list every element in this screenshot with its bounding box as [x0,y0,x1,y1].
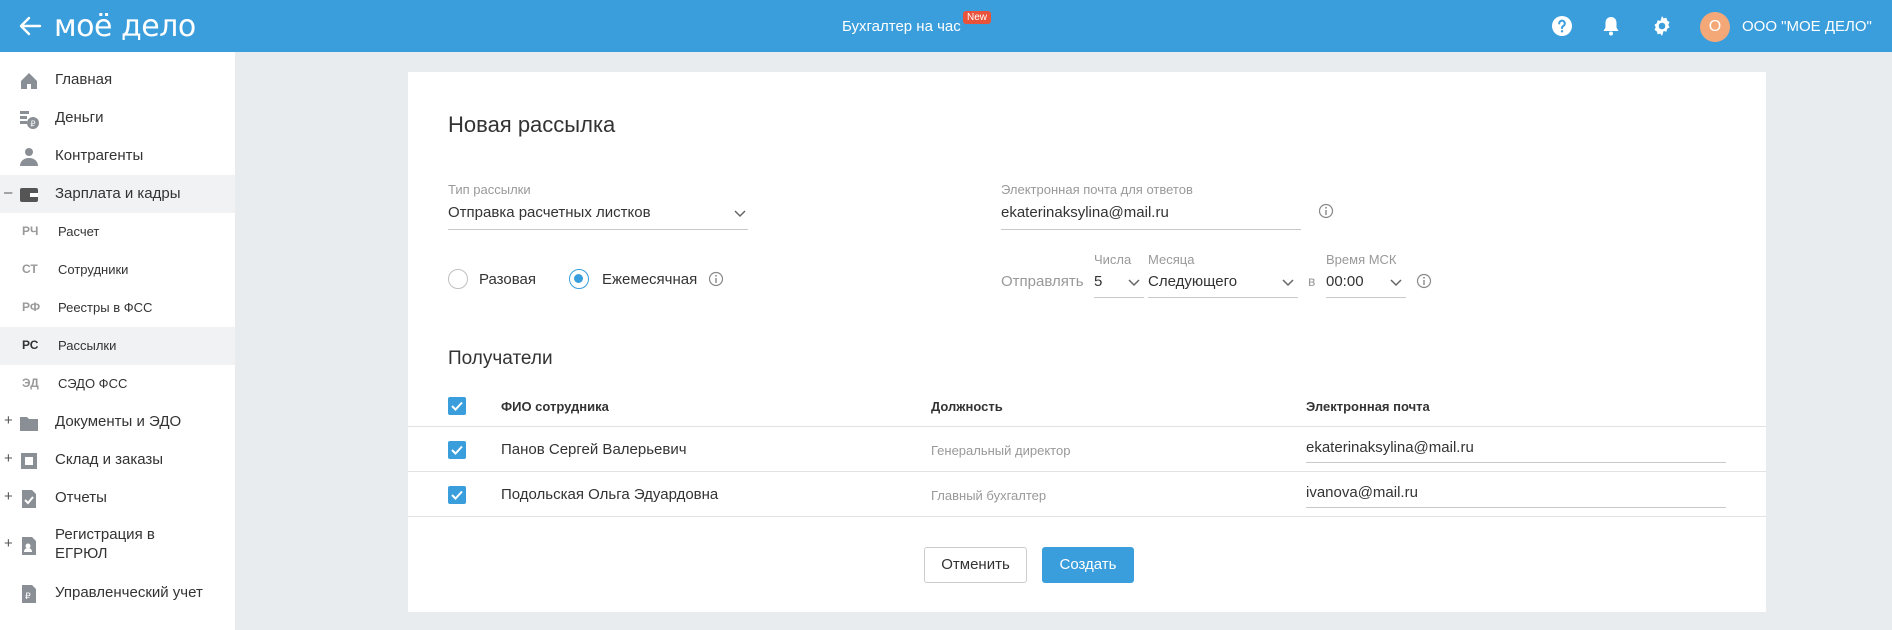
mailing-form-card: Новая рассылка Тип рассылки Отправка рас… [408,72,1766,612]
page-title: Новая рассылка [448,112,616,137]
month-label: Месяца [1148,252,1195,267]
chevron-down-icon [1282,279,1294,287]
cancel-button[interactable]: Отменить [924,547,1027,583]
divider [408,516,1766,517]
sidebar: Главная ₽ Деньги Контрагенты – Зарплата … [0,52,235,630]
management-icon: ₽ [22,585,36,603]
reply-email-label: Электронная почта для ответов [1001,182,1193,197]
recipients-title: Получатели [448,348,553,369]
row-checkbox[interactable] [448,486,466,504]
table-row: Подольская Ольга Эдуардовна Главный бухг… [408,472,1766,516]
sidebar-subitem-employees[interactable]: СТ Сотрудники [0,251,235,289]
mailing-type-label: Тип рассылки [448,182,531,197]
expand-toggle[interactable]: + [4,535,13,552]
sidebar-item-money[interactable]: ₽ Деньги [0,99,235,137]
expand-toggle[interactable]: + [4,450,13,467]
coins-icon: ₽ [20,111,39,129]
sidebar-subitem-payroll[interactable]: РЧ Расчет [0,213,235,251]
employee-position: Главный бухгалтер [931,488,1047,503]
bell-icon[interactable] [1599,14,1623,38]
time-select[interactable]: 00:00 [1326,268,1406,298]
sidebar-item-warehouse[interactable]: + Склад и заказы [0,441,235,479]
registration-icon [22,537,36,555]
home-icon [21,73,37,89]
sidebar-item-documents[interactable]: + Документы и ЭДО [0,403,235,441]
company-name[interactable]: ООО "МОЕ ДЕЛО" [1742,18,1872,35]
expand-toggle[interactable]: + [4,488,13,505]
send-label: Отправлять [1001,273,1084,290]
folder-icon [20,417,38,431]
radio-monthly[interactable] [569,269,589,289]
collapse-toggle[interactable]: – [4,184,12,201]
employee-name: Панов Сергей Валерьевич [501,441,687,458]
day-label: Числа [1094,252,1132,267]
column-header-name: ФИО сотрудника [501,399,609,414]
sidebar-item-management-accounting[interactable]: ₽ Управленческий учет [0,574,235,612]
employee-name: Подольская Ольга Эдуардовна [501,486,719,503]
info-icon[interactable] [708,271,724,287]
chevron-down-icon [1128,279,1140,287]
back-arrow-icon[interactable] [16,12,44,40]
mailing-type-select[interactable]: Отправка расчетных листков [448,200,748,230]
employee-email-field[interactable]: ekaterinaksylina@mail.ru [1306,433,1726,463]
employee-email-field[interactable]: ivanova@mail.ru [1306,478,1726,508]
reply-email-field[interactable]: ekaterinaksylina@mail.ru [1001,200,1301,230]
column-header-email: Электронная почта [1306,399,1430,414]
new-badge: New [963,11,992,24]
at-label: в [1308,273,1316,289]
month-select[interactable]: Следующего [1148,268,1298,298]
create-button[interactable]: Создать [1042,547,1134,583]
info-icon[interactable] [1318,203,1334,219]
svg-text:₽: ₽ [30,120,35,129]
help-icon[interactable] [1550,14,1574,38]
sidebar-subitem-sedo[interactable]: ЭД СЭДО ФСС [0,365,235,403]
radio-once-label[interactable]: Разовая [479,271,536,288]
time-label: Время МСК [1326,252,1397,267]
sidebar-item-salary[interactable]: – Зарплата и кадры [0,175,235,213]
sidebar-item-home[interactable]: Главная [0,61,235,99]
row-checkbox[interactable] [448,441,466,459]
chevron-down-icon [734,210,746,218]
person-icon [20,148,38,166]
report-icon [22,490,36,508]
top-bar: моё дело Бухгалтер на час New О ООО "МОЕ… [0,0,1892,52]
info-icon[interactable] [1416,273,1432,289]
logo[interactable]: моё дело [54,9,196,44]
avatar[interactable]: О [1700,12,1730,42]
wallet-icon [20,188,38,202]
select-all-checkbox[interactable] [448,397,466,415]
radio-once[interactable] [448,269,468,289]
warehouse-icon [21,453,37,469]
chevron-down-icon [1390,279,1402,287]
table-row: Панов Сергей Валерьевич Генеральный дире… [408,427,1766,471]
expand-toggle[interactable]: + [4,412,13,429]
sidebar-subitem-mailings[interactable]: РС Рассылки [0,327,235,365]
svg-text:₽: ₽ [25,592,31,602]
radio-monthly-label[interactable]: Ежемесячная [602,271,697,288]
column-header-position: Должность [931,399,1003,414]
sidebar-item-contractors[interactable]: Контрагенты [0,137,235,175]
employee-position: Генеральный директор [931,443,1071,458]
sidebar-item-registration[interactable]: + Регистрация в ЕГРЮЛ [0,517,235,573]
sidebar-item-reports[interactable]: + Отчеты [0,479,235,517]
gear-icon[interactable] [1650,14,1674,38]
sidebar-subitem-fss-registers[interactable]: РФ Реестры в ФСС [0,289,235,327]
accountant-service-link[interactable]: Бухгалтер на час [842,18,961,35]
day-select[interactable]: 5 [1094,268,1144,298]
